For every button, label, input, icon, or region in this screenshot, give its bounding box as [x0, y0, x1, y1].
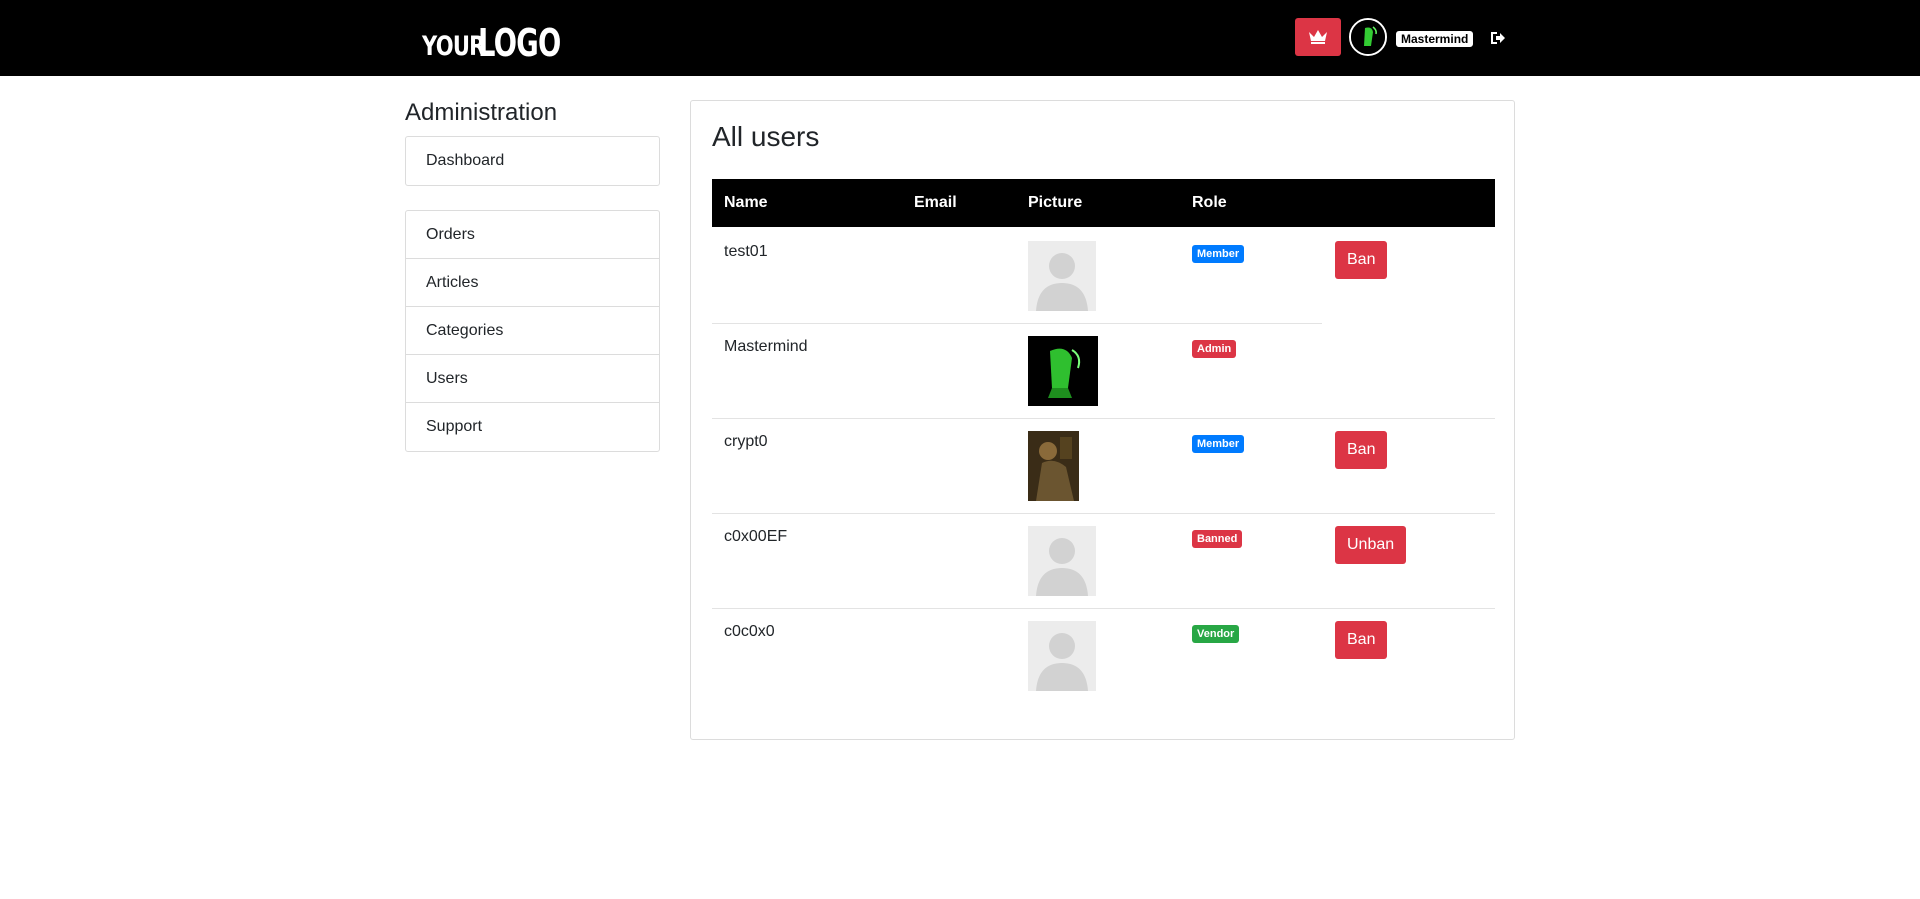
sidebar-group-main: Dashboard	[405, 136, 660, 186]
table-row: c0x00EF Banned Unban	[712, 512, 1495, 607]
default-avatar-icon	[1028, 526, 1096, 596]
crown-icon	[1309, 30, 1327, 44]
table-row: test01 Member Ban	[712, 227, 1495, 322]
sidebar-item-articles[interactable]: Articles	[406, 259, 659, 307]
admin-crown-button[interactable]	[1295, 18, 1341, 56]
sidebar-item-support[interactable]: Support	[406, 403, 659, 451]
table-row: c0c0x0 Vendor Ban	[712, 607, 1495, 702]
sidebar-group-manage: Orders Articles Categories Users Support	[405, 210, 660, 452]
role-badge: Admin	[1192, 340, 1237, 358]
ban-button[interactable]: Ban	[1335, 431, 1388, 469]
painting-avatar-icon	[1028, 431, 1079, 501]
role-badge: Banned	[1192, 530, 1243, 548]
avatar[interactable]	[1349, 18, 1387, 56]
ban-button[interactable]: Ban	[1335, 241, 1388, 279]
role-badge: Member	[1192, 435, 1245, 453]
logo-text-your: YOUR	[422, 31, 485, 62]
user-name: Mastermind	[724, 338, 808, 355]
unban-button[interactable]: Unban	[1335, 526, 1407, 564]
user-name: c0c0x0	[724, 623, 775, 640]
logo-text-logo: LOGO	[478, 21, 561, 65]
role-badge: Vendor	[1192, 625, 1240, 643]
column-header-name: Name	[724, 194, 768, 211]
user-name: crypt0	[724, 433, 768, 450]
table-row: Mastermind Admin	[712, 322, 1495, 417]
sidebar-item-categories[interactable]: Categories	[406, 307, 659, 355]
username-badge[interactable]: Mastermind	[1396, 31, 1474, 47]
reaper-avatar-icon	[1028, 336, 1098, 406]
user-name: c0x00EF	[724, 528, 788, 545]
ban-button[interactable]: Ban	[1335, 621, 1388, 659]
sidebar-item-users[interactable]: Users	[406, 355, 659, 403]
default-avatar-icon	[1028, 241, 1096, 311]
role-badge: Member	[1192, 245, 1245, 263]
navbar: YOUR LOGO Mastermind	[0, 0, 1920, 76]
page-title: All users	[712, 121, 820, 152]
reaper-avatar-icon	[1351, 20, 1385, 54]
column-header-email: Email	[914, 194, 957, 211]
table-row: crypt0 Member Ban	[712, 417, 1495, 512]
default-avatar-icon	[1028, 621, 1096, 691]
user-name: test01	[724, 243, 768, 260]
sidebar-item-dashboard[interactable]: Dashboard	[406, 137, 659, 185]
column-header-role: Role	[1192, 194, 1227, 211]
table-header: Name Email Picture Role	[712, 179, 1495, 227]
logout-icon[interactable]	[1489, 29, 1507, 47]
logo[interactable]: YOUR LOGO	[422, 14, 593, 62]
column-header-picture: Picture	[1028, 194, 1083, 211]
users-card: All users Name Email Picture Role test01…	[690, 100, 1515, 740]
sidebar-item-orders[interactable]: Orders	[406, 211, 659, 259]
sidebar-title: Administration	[405, 99, 558, 126]
